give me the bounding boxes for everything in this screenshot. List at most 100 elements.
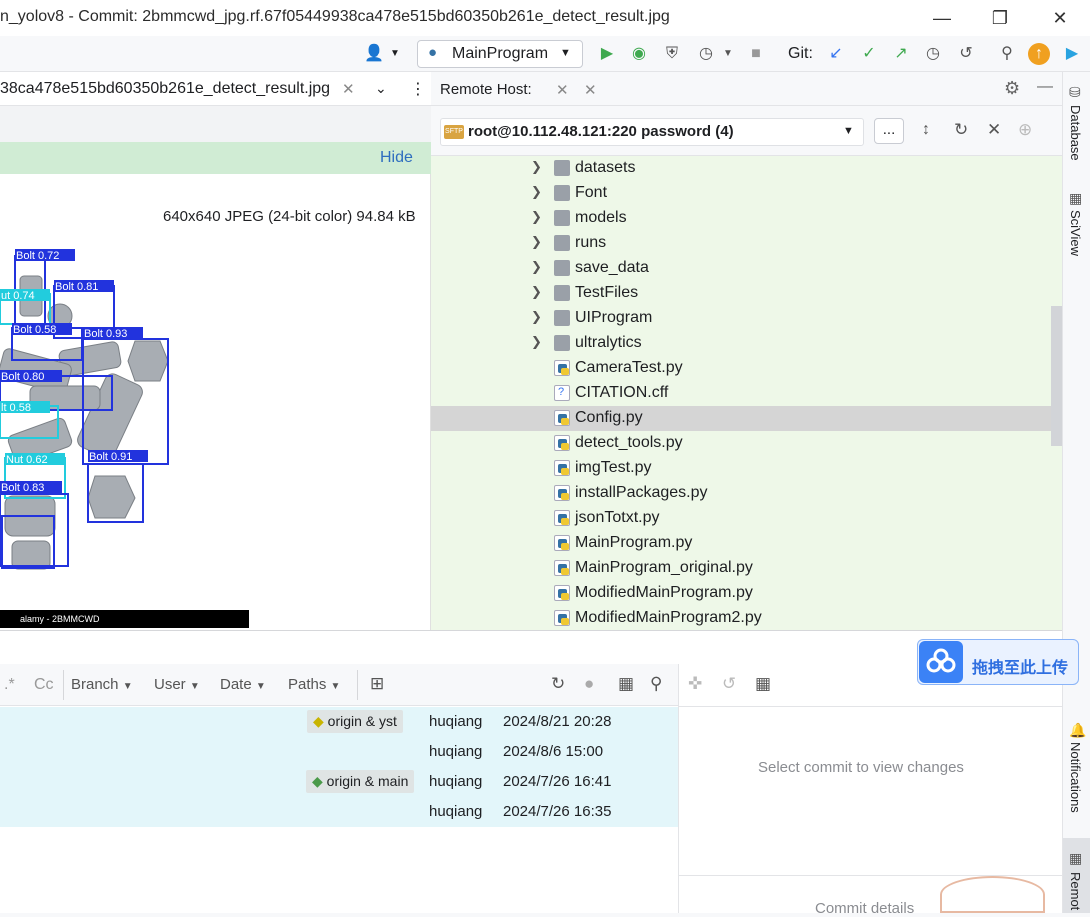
view-options-icon[interactable]: ▦ xyxy=(755,674,771,694)
chevron-right-icon[interactable]: ❯ xyxy=(531,184,542,200)
commit-row[interactable]: huqiang 2024/7/26 16:35 xyxy=(0,797,678,827)
branch-filter[interactable]: Branch ▼ xyxy=(71,676,133,693)
paths-filter-label: Paths xyxy=(288,676,327,693)
tree-file-item[interactable]: ModifiedMainProgram.py xyxy=(431,581,1051,606)
tree-file-item[interactable]: MainProgram.py xyxy=(431,531,1051,556)
run-icon[interactable]: ▶ xyxy=(595,42,619,66)
minimize-panel-icon[interactable]: — xyxy=(1037,78,1053,96)
search-icon[interactable]: ⚲ xyxy=(650,674,662,694)
cherry-pick-icon[interactable]: ● xyxy=(584,674,594,694)
collapse-icon[interactable]: ↕ xyxy=(922,121,930,139)
tree-file-item[interactable]: imgTest.py xyxy=(431,456,1051,481)
tree-item-label: Config.py xyxy=(575,409,643,426)
update-icon[interactable]: ↑ xyxy=(1028,43,1050,65)
profile-icon[interactable]: ◷ xyxy=(694,42,718,66)
tree-file-item[interactable]: ? CITATION.cff xyxy=(431,381,1051,406)
chevron-right-icon[interactable]: ❯ xyxy=(531,259,542,275)
chevron-right-icon[interactable]: ❯ xyxy=(531,209,542,225)
jetbrains-logo-icon[interactable]: ▶ xyxy=(1060,42,1084,66)
history-icon[interactable]: ◷ xyxy=(921,42,945,66)
maximize-icon[interactable]: ❐ xyxy=(988,6,1012,30)
commit-row[interactable]: ◆ origin & yst huqiang 2024/8/21 20:28 xyxy=(0,707,678,737)
update-project-icon[interactable]: ↙ xyxy=(824,42,848,66)
tree-folder-item[interactable]: ❯ models xyxy=(431,206,1051,231)
hide-link[interactable]: Hide xyxy=(380,149,413,167)
chevron-down-icon[interactable]: ▼ xyxy=(383,42,407,66)
python-file-icon xyxy=(554,610,570,626)
tree-item-label: ModifiedMainProgram2.py xyxy=(575,609,762,626)
revert-icon[interactable]: ↺ xyxy=(722,674,736,694)
close-tab-icon[interactable]: ✕ xyxy=(342,80,355,98)
new-tab-icon[interactable]: ⊞ xyxy=(370,674,384,694)
disconnect-icon[interactable]: ✕ xyxy=(987,120,1001,140)
editor-tab-label[interactable]: 38ca478e515bd60350b261e_detect_result.jp… xyxy=(0,80,330,98)
sftp-icon: SFTP xyxy=(444,125,464,139)
chevron-right-icon[interactable]: ❯ xyxy=(531,309,542,325)
tree-folder-item[interactable]: ❯ TestFiles xyxy=(431,281,1051,306)
coverage-icon[interactable]: ⛨ xyxy=(660,42,684,66)
tree-item-label: Font xyxy=(575,184,608,201)
commit-check-icon[interactable]: ✓ xyxy=(857,42,881,66)
commit-row[interactable]: ◆ origin & main huqiang 2024/7/26 16:41 xyxy=(0,767,678,797)
chevron-right-icon[interactable]: ❯ xyxy=(531,334,542,350)
cherry-pick-icon[interactable]: ✜ xyxy=(688,674,702,694)
locate-icon[interactable]: ⊕ xyxy=(1018,120,1032,140)
user-filter[interactable]: User ▼ xyxy=(154,676,200,693)
refresh-icon[interactable]: ↻ xyxy=(551,674,565,694)
run-config-select[interactable]: ● MainProgram ▼ xyxy=(417,40,583,68)
remote-tab[interactable]: Remot xyxy=(1068,872,1083,910)
chevron-down-icon[interactable]: ▼ xyxy=(716,42,740,66)
tree-folder-item[interactable]: ❯ UIProgram xyxy=(431,306,1051,331)
folder-icon xyxy=(554,310,570,326)
commit-row[interactable]: huqiang 2024/8/6 15:00 xyxy=(0,737,678,767)
tree-folder-item[interactable]: ❯ datasets xyxy=(431,156,1051,181)
detection-label: Bolt 0.83 xyxy=(1,482,44,494)
close-window-icon[interactable]: ✕ xyxy=(1048,6,1072,30)
database-tab[interactable]: Database xyxy=(1068,105,1083,161)
view-options-icon[interactable]: ▦ xyxy=(618,674,634,694)
match-case-toggle[interactable]: Cc xyxy=(34,676,54,694)
sciview-tab[interactable]: SciView xyxy=(1068,210,1083,256)
rollback-icon[interactable]: ↺ xyxy=(954,42,978,66)
tree-file-item[interactable]: jsonTotxt.py xyxy=(431,506,1051,531)
tree-file-item[interactable]: detect_tools.py xyxy=(431,431,1051,456)
bell-icon[interactable]: 🔔 xyxy=(1069,722,1086,739)
tree-folder-item[interactable]: ❯ runs xyxy=(431,231,1051,256)
notifications-tab[interactable]: Notifications xyxy=(1068,742,1083,813)
remote-icon[interactable]: ▦ xyxy=(1069,850,1082,867)
push-icon[interactable]: ↗ xyxy=(889,42,913,66)
detection-label: Bolt 0.80 xyxy=(1,371,44,383)
tree-folder-item[interactable]: ❯ Font xyxy=(431,181,1051,206)
more-options-icon[interactable]: ⋮ xyxy=(410,79,426,99)
browse-button[interactable]: ... xyxy=(874,118,904,144)
close-tab-icon[interactable]: ✕ xyxy=(556,81,569,99)
regex-toggle[interactable]: .* xyxy=(4,676,15,694)
tree-file-item[interactable]: Config.py xyxy=(431,406,1051,431)
gear-icon[interactable]: ⚙ xyxy=(1004,78,1020,99)
tree-file-item[interactable]: CameraTest.py xyxy=(431,356,1051,381)
search-icon[interactable]: ⚲ xyxy=(995,42,1019,66)
tree-scrollbar[interactable] xyxy=(1051,306,1062,446)
stop-icon[interactable]: ■ xyxy=(744,42,768,66)
refresh-icon[interactable]: ↻ xyxy=(954,120,968,140)
tree-file-item[interactable]: ModifiedMainProgram2.py xyxy=(431,606,1051,631)
chevron-right-icon[interactable]: ❯ xyxy=(531,234,542,250)
python-file-icon xyxy=(554,410,570,426)
chevron-down-icon[interactable]: ⌄ xyxy=(375,80,387,97)
chevron-right-icon[interactable]: ❯ xyxy=(531,159,542,175)
date-filter[interactable]: Date ▼ xyxy=(220,676,266,693)
minimize-icon[interactable]: — xyxy=(930,6,954,30)
close-icon[interactable]: ✕ xyxy=(584,81,597,99)
database-icon[interactable]: ⛁ xyxy=(1069,84,1081,101)
chevron-right-icon[interactable]: ❯ xyxy=(531,284,542,300)
debug-icon[interactable]: ◉ xyxy=(627,42,651,66)
sciview-icon[interactable]: ▦ xyxy=(1069,190,1082,207)
paths-filter[interactable]: Paths ▼ xyxy=(288,676,340,693)
chevron-down-icon[interactable]: ▼ xyxy=(843,125,854,137)
tree-file-item[interactable]: MainProgram_original.py xyxy=(431,556,1051,581)
tree-folder-item[interactable]: ❯ save_data xyxy=(431,256,1051,281)
unknown-file-icon: ? xyxy=(554,385,570,401)
tree-file-item[interactable]: installPackages.py xyxy=(431,481,1051,506)
photo-caption: alamy - 2BMMCWD xyxy=(0,610,249,628)
tree-folder-item[interactable]: ❯ ultralytics xyxy=(431,331,1051,356)
